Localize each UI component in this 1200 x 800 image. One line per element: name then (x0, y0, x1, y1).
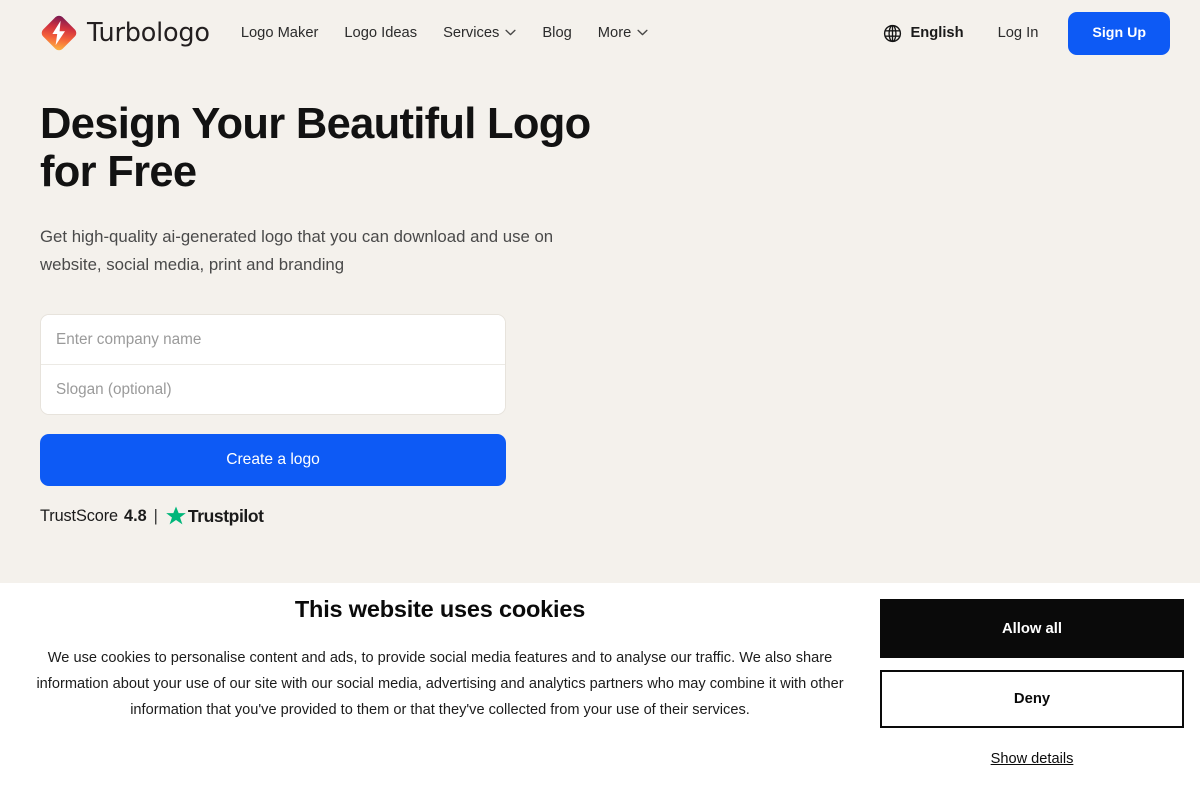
star-icon (165, 505, 187, 527)
site-header: Turbologo Logo Maker Logo Ideas Services… (0, 0, 1200, 66)
main-nav: Logo Maker Logo Ideas Services Blog More (228, 18, 661, 49)
slogan-input[interactable] (41, 365, 505, 414)
nav-label: More (597, 24, 632, 41)
cookie-actions-column: Allow all Deny Show details (880, 583, 1200, 767)
page-title: Design Your Beautiful Logo for Free (40, 100, 591, 196)
brand-wordmark: Turbologo (87, 18, 210, 48)
cookie-banner-body: We use cookies to personalise content an… (36, 650, 844, 718)
cookie-consent-banner: This website uses cookies We use cookies… (0, 583, 1200, 800)
trustpilot-rating[interactable]: TrustScore 4.8 | Trustpilot (40, 505, 1200, 527)
signup-button[interactable]: Sign Up (1068, 11, 1170, 55)
nav-label: Logo Maker (240, 24, 319, 41)
cookie-text-column: This website uses cookies We use cookies… (0, 583, 880, 723)
nav-item-logo-ideas[interactable]: Logo Ideas (331, 18, 430, 49)
header-actions: English Log In Sign Up (871, 11, 1170, 55)
chevron-down-icon (505, 29, 516, 36)
cookie-banner-title: This website uses cookies (294, 596, 586, 622)
show-details-link[interactable]: Show details (991, 751, 1074, 767)
trust-separator: | (153, 506, 158, 525)
nav-item-logo-maker[interactable]: Logo Maker (228, 18, 332, 49)
nav-label: Services (443, 24, 500, 41)
nav-item-blog[interactable]: Blog (529, 18, 584, 49)
nav-item-more[interactable]: More (585, 18, 661, 49)
globe-icon (883, 24, 902, 43)
allow-all-button[interactable]: Allow all (880, 599, 1184, 658)
login-link[interactable]: Log In (976, 17, 1061, 49)
trustpilot-brand: Trustpilot (187, 505, 264, 526)
logo-form-card (40, 314, 506, 415)
nav-item-services[interactable]: Services (430, 18, 529, 49)
hero-page: Turbologo Logo Maker Logo Ideas Services… (0, 0, 1200, 583)
language-label: English (910, 25, 964, 41)
nav-label: Logo Ideas (344, 24, 418, 41)
chevron-down-icon (637, 29, 648, 36)
deny-button[interactable]: Deny (880, 670, 1184, 728)
hero-section: Design Your Beautiful Logo for Free Get … (0, 66, 1200, 527)
company-name-input[interactable] (41, 315, 505, 364)
hero-subtitle: Get high-quality ai-generated logo that … (40, 227, 554, 274)
language-selector[interactable]: English (871, 16, 976, 51)
create-logo-button[interactable]: Create a logo (40, 434, 506, 486)
turbologo-diamond-flame-icon (40, 14, 78, 52)
nav-label: Blog (542, 24, 572, 41)
trustscore-label: TrustScore (40, 506, 119, 525)
brand-logo[interactable]: Turbologo (40, 14, 210, 52)
trustscore-value: 4.8 (124, 506, 147, 525)
